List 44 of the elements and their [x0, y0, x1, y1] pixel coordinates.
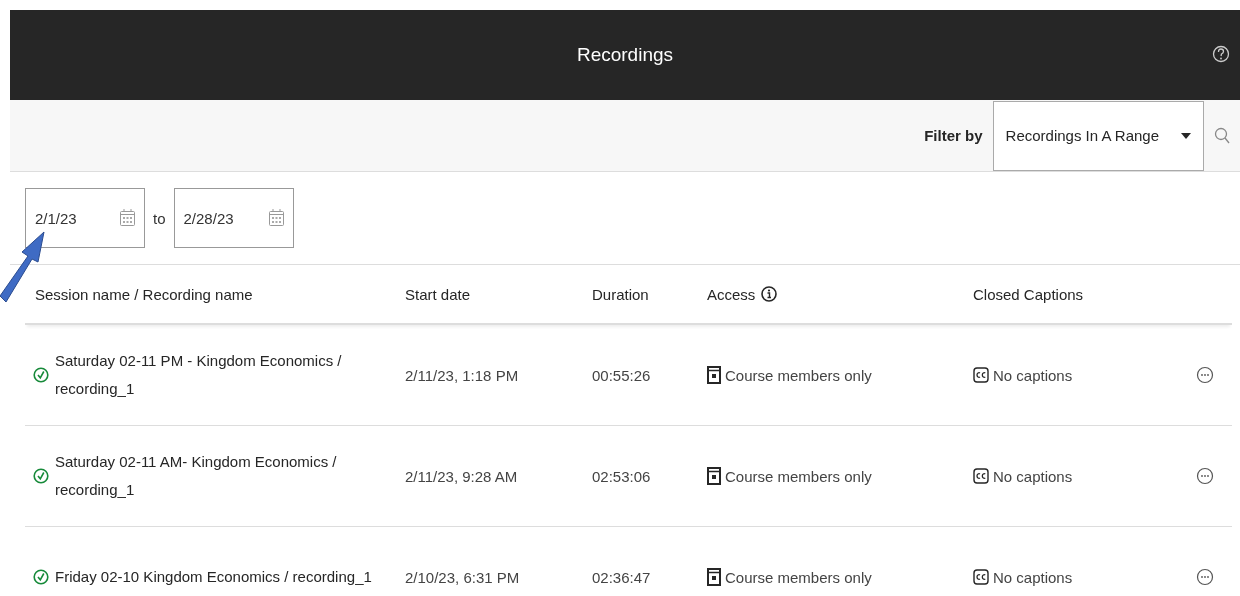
range-separator: to	[153, 209, 166, 227]
column-header: Session name / Recording name	[35, 285, 253, 303]
start-date: 2/11/23, 1:18 PM	[405, 366, 519, 384]
captions-status: No captions	[993, 366, 1073, 384]
access-icon	[707, 467, 721, 485]
page-title: Recordings	[576, 44, 674, 66]
check-circle-icon	[33, 366, 49, 384]
help-icon[interactable]	[1212, 44, 1230, 64]
more-options-icon[interactable]	[1196, 567, 1214, 587]
recording-name[interactable]: Saturday 02-11 AM- Kingdom Economics / recording_1	[55, 448, 387, 504]
more-options-icon[interactable]	[1196, 365, 1214, 385]
captions-status: No captions	[993, 568, 1073, 586]
closed-captions-icon	[973, 467, 989, 485]
start-date-field[interactable]: 2/1/23	[25, 188, 145, 248]
duration: 02:36:47	[592, 568, 651, 586]
start-date: 2/10/23, 6:31 PM	[405, 568, 520, 586]
duration: 00:55:26	[592, 366, 651, 384]
access-level: Course members only	[725, 366, 872, 384]
captions-status: No captions	[993, 467, 1073, 485]
start-date: 2/11/23, 9:28 AM	[405, 467, 518, 485]
filter-label: Filter by	[924, 127, 983, 144]
recording-name[interactable]: Friday 02-10 Kingdom Economics / recording_1	[55, 563, 372, 591]
closed-captions-icon	[973, 366, 989, 384]
recording-name[interactable]: Saturday 02-11 PM - Kingdom Economics / recording_1	[55, 347, 387, 403]
column-header: Access	[707, 285, 756, 303]
end-date-field[interactable]: 2/28/23	[173, 188, 294, 248]
access-level: Course members only	[725, 467, 872, 485]
column-header: Duration	[592, 285, 649, 303]
calendar-icon	[267, 208, 285, 227]
search-icon[interactable]	[1214, 126, 1230, 145]
more-options-icon[interactable]	[1196, 466, 1214, 486]
access-level: Course members only	[725, 568, 872, 586]
closed-captions-icon	[973, 568, 989, 586]
access-icon	[707, 366, 721, 384]
check-circle-icon	[33, 467, 49, 485]
caret-icon	[1181, 132, 1191, 139]
check-circle-icon	[33, 568, 49, 586]
duration: 02:53:06	[592, 467, 651, 485]
info-icon	[761, 285, 778, 303]
column-header: Closed Captions	[973, 285, 1084, 303]
filter-dropdown[interactable]: Recordings In A Range	[992, 100, 1204, 171]
column-header: Start date	[405, 285, 471, 303]
calendar-icon	[119, 208, 136, 227]
access-icon	[707, 568, 721, 586]
